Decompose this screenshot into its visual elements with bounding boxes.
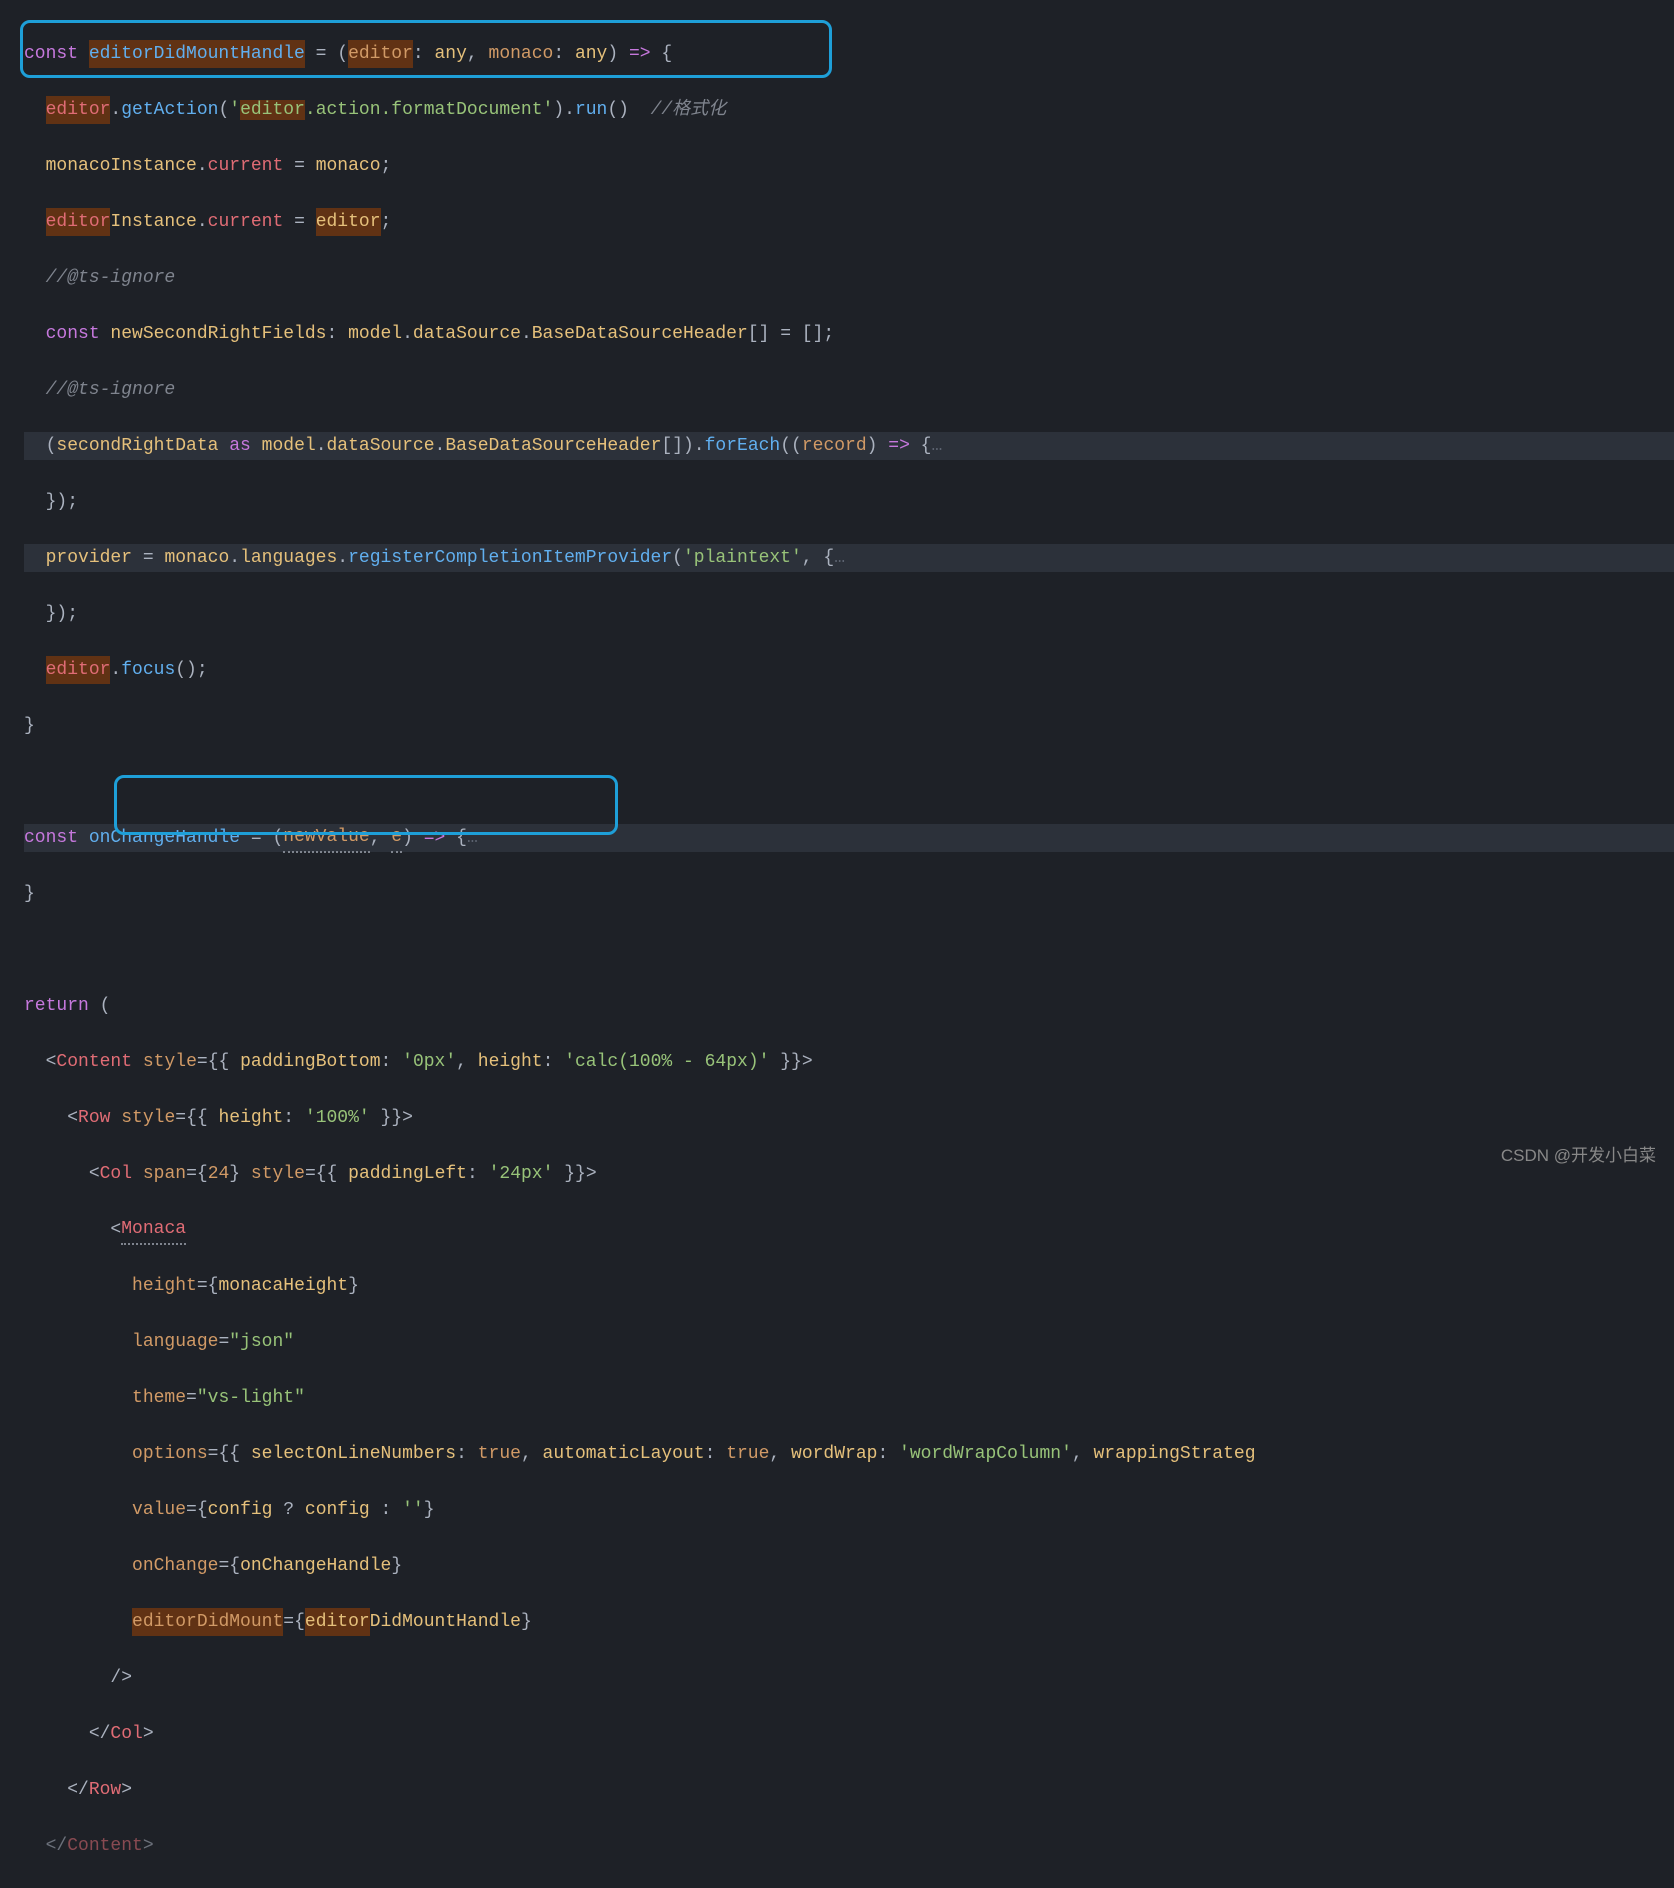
code-line[interactable]: }	[24, 712, 1674, 740]
code-line[interactable]: provider = monaco.languages.registerComp…	[24, 544, 1674, 572]
code-line[interactable]: });	[24, 488, 1674, 516]
code-line[interactable]: const newSecondRightFields: model.dataSo…	[24, 320, 1674, 348]
code-line[interactable]: value={config ? config : ''}	[24, 1496, 1674, 1524]
code-line[interactable]: <Row style={{ height: '100%' }}>	[24, 1104, 1674, 1132]
code-line[interactable]: language="json"	[24, 1328, 1674, 1356]
code-line[interactable]: editor.focus();	[24, 656, 1674, 684]
code-line[interactable]: //@ts-ignore	[24, 264, 1674, 292]
code-line[interactable]: height={monacaHeight}	[24, 1272, 1674, 1300]
code-line[interactable]: options={{ selectOnLineNumbers: true, au…	[24, 1440, 1674, 1468]
code-line[interactable]: editorInstance.current = editor;	[24, 208, 1674, 236]
code-line[interactable]: editor.getAction('editor.action.formatDo…	[24, 96, 1674, 124]
code-line[interactable]: <Content style={{ paddingBottom: '0px', …	[24, 1048, 1674, 1076]
code-line[interactable]: }	[24, 880, 1674, 908]
code-line[interactable]: const editorDidMountHandle = (editor: an…	[24, 40, 1674, 68]
code-line[interactable]: </Col>	[24, 1720, 1674, 1748]
code-line[interactable]: </Row>	[24, 1776, 1674, 1804]
code-line[interactable]: onChange={onChangeHandle}	[24, 1552, 1674, 1580]
code-editor[interactable]: const editorDidMountHandle = (editor: an…	[0, 0, 1674, 1888]
code-line[interactable]: const onChangeHandle = (newValue, e) => …	[24, 824, 1674, 852]
code-line[interactable]: />	[24, 1664, 1674, 1692]
code-line[interactable]: <Monaca	[24, 1216, 1674, 1244]
code-line[interactable]	[24, 936, 1674, 964]
code-line[interactable]: theme="vs-light"	[24, 1384, 1674, 1412]
code-line[interactable]: (secondRightData as model.dataSource.Bas…	[24, 432, 1674, 460]
code-line[interactable]: </Content>	[24, 1832, 1674, 1860]
code-line[interactable]	[24, 768, 1674, 796]
code-line[interactable]: });	[24, 600, 1674, 628]
code-line[interactable]: return (	[24, 992, 1674, 1020]
code-line[interactable]: //@ts-ignore	[24, 376, 1674, 404]
code-line[interactable]: monacoInstance.current = monaco;	[24, 152, 1674, 180]
code-line[interactable]: editorDidMount={editorDidMountHandle}	[24, 1608, 1674, 1636]
